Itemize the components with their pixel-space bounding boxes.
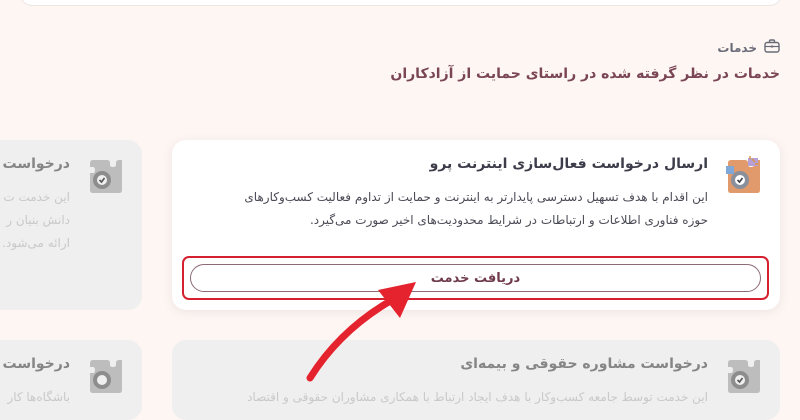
get-service-button[interactable]: دریافت خدمت [190,264,761,292]
card-title: درخواست مشاوره حقوقی و بیمه‌ای [460,356,708,372]
briefcase-icon [764,38,780,57]
card-description-line: این خدمت توسط جامعه کسب‌وکار با هدف ایجا… [247,390,708,404]
section-subtitle: خدمات در نظر گرفته شده در راستای حمایت ا… [390,66,780,82]
card-title: ارسال درخواست فعال‌سازی اینترنت پرو [429,156,708,172]
card-description: این اقدام با هدف تسهیل دسترسی پایدارتر ب… [186,186,708,232]
puzzle-gear-icon [722,354,766,402]
service-card-left-top: درخواست م این خدمت ت دانش بنیان ر ارائه … [0,140,142,310]
card-description-line: ارائه می‌شود. [2,236,70,250]
card-description-line: دانش بنیان ر [6,213,70,227]
puzzle-gear-icon [84,354,128,402]
card-description-line: این خدمت ت [3,190,70,204]
service-card-left-bottom: درخواست ا باشگاه‌ها کار [0,340,142,420]
puzzle-gear-icon [84,154,128,202]
card-title: درخواست ا [0,356,70,372]
card-description-line: حوزه فناوری اطلاعات و ارتباطات در شرایط … [309,213,708,227]
search-bar[interactable] [20,0,782,6]
card-description: این خدمت ت دانش بنیان ر ارائه می‌شود. [0,186,70,255]
section-title: خدمات [717,40,757,55]
card-description-line: این اقدام با هدف تسهیل دسترسی پایدارتر ب… [244,190,708,204]
annotation-arrow-icon [300,270,430,389]
service-card-internet-pro: ارسال درخواست فعال‌سازی اینترنت پرو این … [172,140,780,310]
card-description-line: باشگاه‌ها کار [7,390,70,404]
card-title: درخواست م [0,156,70,172]
section-header: خدمات [717,38,780,57]
highlight-box: دریافت خدمت [182,256,769,300]
card-description: باشگاه‌ها کار [0,386,70,409]
puzzle-gear-icon [722,154,766,202]
service-card-legal-advice: درخواست مشاوره حقوقی و بیمه‌ای این خدمت … [172,340,780,420]
card-description: این خدمت توسط جامعه کسب‌وکار با هدف ایجا… [186,386,708,409]
